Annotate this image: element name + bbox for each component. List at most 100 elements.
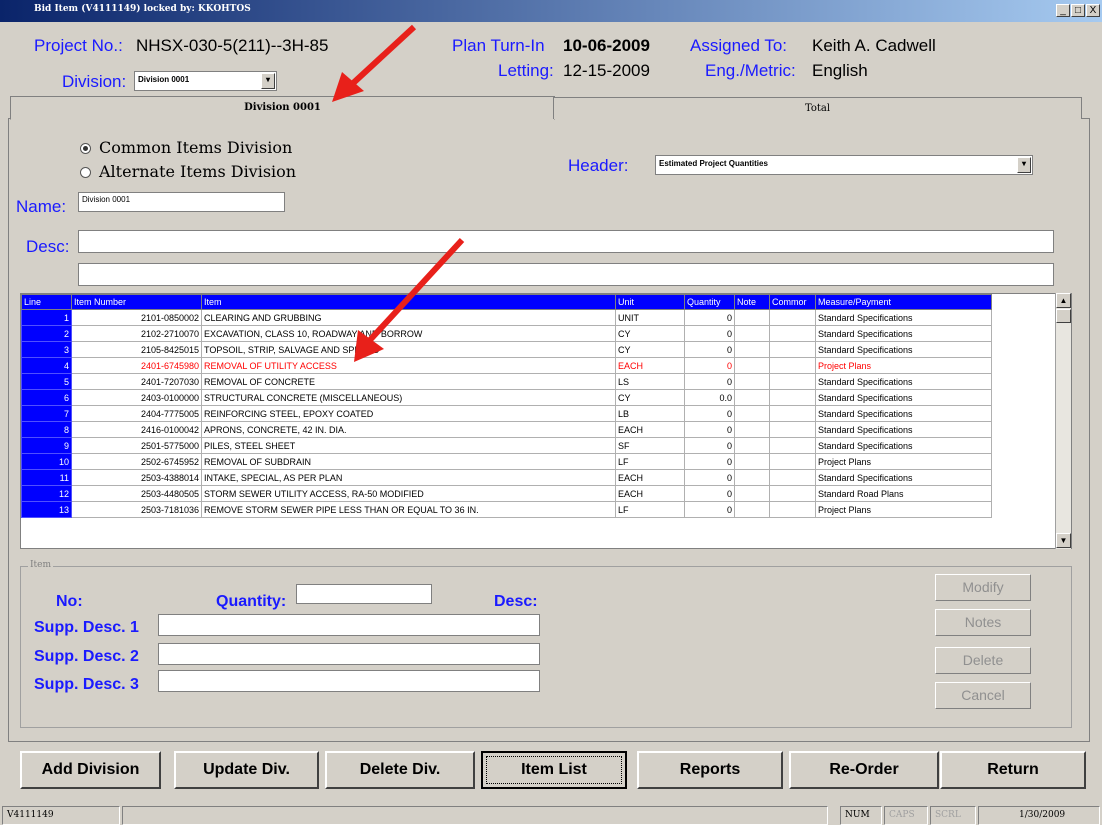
cell-number: 2502-6745952 <box>71 453 202 470</box>
radio-alternate-division[interactable]: Alternate Items Division <box>80 162 296 181</box>
cell-item: REINFORCING STEEL, EPOXY COATED <box>201 405 616 422</box>
name-input[interactable]: Division 0001 <box>78 192 285 212</box>
cell-qty: 0 <box>684 485 735 502</box>
delete-div-button[interactable]: Delete Div. <box>325 751 475 789</box>
cell-item: TOPSOIL, STRIP, SALVAGE AND SPREAD <box>201 341 616 358</box>
supp-desc-1-input[interactable] <box>158 614 540 636</box>
radio-alternate-label: Alternate Items Division <box>99 162 297 181</box>
item-desc-label: Desc: <box>494 593 538 610</box>
cell-line: 4 <box>21 357 72 374</box>
table-row[interactable]: 5 2401-7207030 REMOVAL OF CONCRETE LS 0 Stand… <box>21 373 992 390</box>
minimize-button[interactable]: _ <box>1056 4 1070 17</box>
cell-line: 11 <box>21 469 72 486</box>
cell-common <box>769 485 816 502</box>
scroll-up-icon[interactable]: ▲ <box>1056 293 1071 308</box>
tab-total[interactable]: Total <box>553 97 1082 119</box>
header-select-value: Estimated Project Quantities <box>659 159 768 168</box>
cell-line: 7 <box>21 405 72 422</box>
modify-button[interactable]: Modify <box>935 574 1031 601</box>
column-header[interactable]: Item Number <box>71 294 202 310</box>
maximize-button[interactable]: □ <box>1071 4 1085 17</box>
desc-input[interactable] <box>78 230 1054 253</box>
status-date: 1/30/2009 <box>978 806 1100 825</box>
division-select[interactable]: Division 0001 ▾ <box>134 71 277 91</box>
table-row[interactable]: 8 2416-0100042 APRONS, CONCRETE, 42 IN. DI… <box>21 421 992 438</box>
reports-button[interactable]: Reports <box>637 751 783 789</box>
column-header[interactable]: Unit <box>615 294 685 310</box>
cell-unit: SF <box>615 437 685 454</box>
status-id: V4111149 <box>2 806 120 825</box>
table-row[interactable]: 13 2503-7181036 REMOVE STORM SEWER PIPE LE… <box>21 501 992 518</box>
cell-unit: LS <box>615 373 685 390</box>
cell-qty: 0 <box>684 453 735 470</box>
cell-item: REMOVAL OF UTILITY ACCESS <box>201 357 616 374</box>
cell-unit: EACH <box>615 485 685 502</box>
table-row[interactable]: 7 2404-7775005 REINFORCING STEEL, EPOXY CO… <box>21 405 992 422</box>
table-row[interactable]: 6 2403-0100000 STRUCTURAL CONCRETE (MISCEL… <box>21 389 992 406</box>
table-row[interactable]: 1 2101-0850002 CLEARING AND GRUBBING UNIT 0 S… <box>21 309 992 326</box>
column-header[interactable]: Measure/Payment <box>815 294 992 310</box>
chevron-down-icon[interactable]: ▾ <box>261 73 275 89</box>
header-select[interactable]: Estimated Project Quantities ▾ <box>655 155 1033 175</box>
grid-scrollbar[interactable]: ▲ ▼ <box>1055 293 1071 549</box>
cell-measure: Standard Specifications <box>815 389 992 406</box>
scroll-down-icon[interactable]: ▼ <box>1056 533 1071 548</box>
column-header[interactable]: Line <box>21 294 72 310</box>
table-row[interactable]: 11 2503-4388014 INTAKE, SPECIAL, AS PER PL… <box>21 469 992 486</box>
desc-input-2[interactable] <box>78 263 1054 286</box>
cell-unit: CY <box>615 341 685 358</box>
cell-common <box>769 389 816 406</box>
close-button[interactable]: X <box>1086 4 1100 17</box>
cell-number: 2503-7181036 <box>71 501 202 518</box>
cell-note <box>734 501 770 518</box>
plan-turnin-value: 10-06-2009 <box>563 36 650 55</box>
tab-division[interactable]: Division 0001 <box>10 96 555 120</box>
items-grid[interactable]: Line Item Number Item Unit Quantity Note Commo… <box>20 293 1072 549</box>
cell-qty: 0 <box>684 373 735 390</box>
item-list-button[interactable]: Item List <box>481 751 627 789</box>
cell-measure: Project Plans <box>815 501 992 518</box>
update-div-button[interactable]: Update Div. <box>174 751 319 789</box>
cell-common <box>769 341 816 358</box>
column-header[interactable]: Quantity <box>684 294 735 310</box>
column-header[interactable]: Item <box>201 294 616 310</box>
cell-measure: Project Plans <box>815 357 992 374</box>
cell-unit: LF <box>615 453 685 470</box>
cell-unit: LB <box>615 405 685 422</box>
notes-button[interactable]: Notes <box>935 609 1031 636</box>
status-message <box>122 806 828 825</box>
supp-desc-3-input[interactable] <box>158 670 540 692</box>
cell-common <box>769 325 816 342</box>
column-header[interactable]: Commor <box>769 294 816 310</box>
delete-button[interactable]: Delete <box>935 647 1031 674</box>
cancel-button[interactable]: Cancel <box>935 682 1031 709</box>
cell-number: 2403-0100000 <box>71 389 202 406</box>
add-division-button[interactable]: Add Division <box>20 751 161 789</box>
cell-item: REMOVAL OF CONCRETE <box>201 373 616 390</box>
cell-unit: CY <box>615 325 685 342</box>
table-row[interactable]: 3 2105-8425015 TOPSOIL, STRIP, SALVAGE AND… <box>21 341 992 358</box>
radio-common-division[interactable]: Common Items Division <box>80 138 292 157</box>
return-button[interactable]: Return <box>940 751 1086 789</box>
table-row[interactable]: 4 2401-6745980 REMOVAL OF UTILITY ACCESS EA… <box>21 357 992 374</box>
scroll-thumb[interactable] <box>1056 309 1071 323</box>
supp-desc-2-label: Supp. Desc. 2 <box>34 648 139 665</box>
cell-unit: LF <box>615 501 685 518</box>
table-row[interactable]: 12 2503-4480505 STORM SEWER UTILITY ACCESS… <box>21 485 992 502</box>
table-row[interactable]: 9 2501-5775000 PILES, STEEL SHEET SF 0 Standa… <box>21 437 992 454</box>
cell-measure: Standard Specifications <box>815 373 992 390</box>
chevron-down-icon[interactable]: ▾ <box>1017 157 1031 173</box>
cell-unit: EACH <box>615 421 685 438</box>
quantity-input[interactable] <box>296 584 432 604</box>
cell-line: 2 <box>21 325 72 342</box>
supp-desc-2-input[interactable] <box>158 643 540 665</box>
reorder-button[interactable]: Re-Order <box>789 751 939 789</box>
cell-item: INTAKE, SPECIAL, AS PER PLAN <box>201 469 616 486</box>
cell-common <box>769 405 816 422</box>
cell-note <box>734 485 770 502</box>
cell-common <box>769 469 816 486</box>
table-row[interactable]: 10 2502-6745952 REMOVAL OF SUBDRAIN LF 0 Proj… <box>21 453 992 470</box>
table-row[interactable]: 2 2102-2710070 EXCAVATION, CLASS 10, ROADW… <box>21 325 992 342</box>
cell-note <box>734 341 770 358</box>
column-header[interactable]: Note <box>734 294 770 310</box>
